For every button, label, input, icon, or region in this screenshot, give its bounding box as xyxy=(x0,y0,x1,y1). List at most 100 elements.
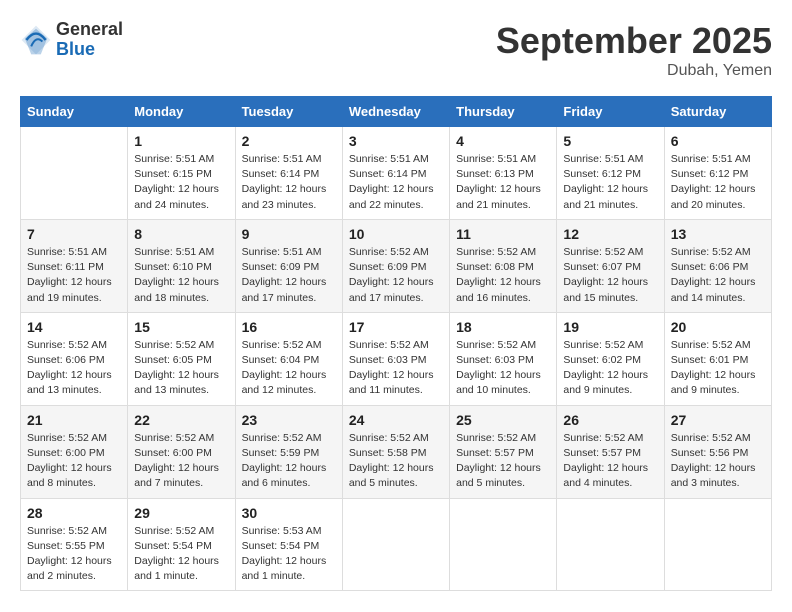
day-number: 1 xyxy=(134,133,228,149)
day-number: 6 xyxy=(671,133,765,149)
location: Dubah, Yemen xyxy=(496,62,772,80)
day-info: Sunrise: 5:52 AM Sunset: 6:03 PM Dayligh… xyxy=(456,338,550,399)
day-number: 29 xyxy=(134,505,228,521)
calendar-cell: 17 Sunrise: 5:52 AM Sunset: 6:03 PM Dayli… xyxy=(342,312,449,405)
logo-text: General Blue xyxy=(56,20,123,60)
logo-blue: Blue xyxy=(56,40,123,60)
calendar-cell: 30Sunrise: 5:53 AM Sunset: 5:54 PM Dayli… xyxy=(235,498,342,591)
day-number: 12 xyxy=(563,226,657,242)
day-number: 9 xyxy=(242,226,336,242)
calendar-cell: 29 Sunrise: 5:52 AM Sunset: 5:54 PM Dayli… xyxy=(128,498,235,591)
day-info: Sunrise: 5:52 AM Sunset: 6:01 PM Dayligh… xyxy=(671,338,765,399)
day-info: Sunrise: 5:52 AM Sunset: 5:57 PM Dayligh… xyxy=(563,431,657,492)
day-info: Sunrise: 5:51 AM Sunset: 6:13 PM Dayligh… xyxy=(456,152,550,213)
day-info: Sunrise: 5:52 AM Sunset: 5:54 PM Dayligh… xyxy=(134,524,228,585)
column-header-friday: Friday xyxy=(557,97,664,127)
calendar-cell xyxy=(342,498,449,591)
day-info: Sunrise: 5:51 AM Sunset: 6:11 PM Dayligh… xyxy=(27,245,121,306)
title-section: September 2025 Dubah, Yemen xyxy=(496,20,772,80)
day-number: 3 xyxy=(349,133,443,149)
day-number: 16 xyxy=(242,319,336,335)
day-number: 2 xyxy=(242,133,336,149)
day-number: 19 xyxy=(563,319,657,335)
column-header-thursday: Thursday xyxy=(450,97,557,127)
day-info: Sunrise: 5:51 AM Sunset: 6:15 PM Dayligh… xyxy=(134,152,228,213)
calendar-cell: 20Sunrise: 5:52 AM Sunset: 6:01 PM Dayli… xyxy=(664,312,771,405)
day-number: 4 xyxy=(456,133,550,149)
week-row-5: 28 Sunrise: 5:52 AM Sunset: 5:55 PM Dayli… xyxy=(21,498,772,591)
column-header-monday: Monday xyxy=(128,97,235,127)
day-info: Sunrise: 5:52 AM Sunset: 6:04 PM Dayligh… xyxy=(242,338,336,399)
calendar-cell: 8 Sunrise: 5:51 AM Sunset: 6:10 PM Daylig… xyxy=(128,219,235,312)
day-number: 25 xyxy=(456,412,550,428)
calendar-cell: 10 Sunrise: 5:52 AM Sunset: 6:09 PM Dayli… xyxy=(342,219,449,312)
calendar-cell: 5Sunrise: 5:51 AM Sunset: 6:12 PM Daylig… xyxy=(557,127,664,220)
day-number: 8 xyxy=(134,226,228,242)
day-info: Sunrise: 5:52 AM Sunset: 5:56 PM Dayligh… xyxy=(671,431,765,492)
day-info: Sunrise: 5:52 AM Sunset: 5:58 PM Dayligh… xyxy=(349,431,443,492)
day-info: Sunrise: 5:53 AM Sunset: 5:54 PM Dayligh… xyxy=(242,524,336,585)
day-number: 14 xyxy=(27,319,121,335)
calendar-cell: 18 Sunrise: 5:52 AM Sunset: 6:03 PM Dayli… xyxy=(450,312,557,405)
day-number: 24 xyxy=(349,412,443,428)
week-row-4: 21 Sunrise: 5:52 AM Sunset: 6:00 PM Dayli… xyxy=(21,405,772,498)
day-number: 10 xyxy=(349,226,443,242)
day-info: Sunrise: 5:52 AM Sunset: 5:55 PM Dayligh… xyxy=(27,524,121,585)
day-info: Sunrise: 5:52 AM Sunset: 6:09 PM Dayligh… xyxy=(349,245,443,306)
day-info: Sunrise: 5:51 AM Sunset: 6:14 PM Dayligh… xyxy=(349,152,443,213)
week-row-1: 1 Sunrise: 5:51 AM Sunset: 6:15 PM Daylig… xyxy=(21,127,772,220)
calendar-cell: 12 Sunrise: 5:52 AM Sunset: 6:07 PM Dayli… xyxy=(557,219,664,312)
week-row-2: 7Sunrise: 5:51 AM Sunset: 6:11 PM Daylig… xyxy=(21,219,772,312)
calendar-cell: 27 Sunrise: 5:52 AM Sunset: 5:56 PM Dayli… xyxy=(664,405,771,498)
day-number: 15 xyxy=(134,319,228,335)
day-number: 13 xyxy=(671,226,765,242)
calendar-cell: 24 Sunrise: 5:52 AM Sunset: 5:58 PM Dayli… xyxy=(342,405,449,498)
day-info: Sunrise: 5:51 AM Sunset: 6:09 PM Dayligh… xyxy=(242,245,336,306)
calendar-cell: 19Sunrise: 5:52 AM Sunset: 6:02 PM Dayli… xyxy=(557,312,664,405)
calendar-cell xyxy=(21,127,128,220)
column-header-saturday: Saturday xyxy=(664,97,771,127)
calendar-cell: 1 Sunrise: 5:51 AM Sunset: 6:15 PM Daylig… xyxy=(128,127,235,220)
day-info: Sunrise: 5:52 AM Sunset: 6:07 PM Dayligh… xyxy=(563,245,657,306)
day-info: Sunrise: 5:51 AM Sunset: 6:12 PM Dayligh… xyxy=(563,152,657,213)
week-row-3: 14 Sunrise: 5:52 AM Sunset: 6:06 PM Dayli… xyxy=(21,312,772,405)
day-number: 21 xyxy=(27,412,121,428)
day-info: Sunrise: 5:52 AM Sunset: 6:06 PM Dayligh… xyxy=(27,338,121,399)
calendar-cell: 28 Sunrise: 5:52 AM Sunset: 5:55 PM Dayli… xyxy=(21,498,128,591)
page-header: General Blue September 2025 Dubah, Yemen xyxy=(20,20,772,80)
calendar-cell: 13Sunrise: 5:52 AM Sunset: 6:06 PM Dayli… xyxy=(664,219,771,312)
day-number: 22 xyxy=(134,412,228,428)
header-row: SundayMondayTuesdayWednesdayThursdayFrid… xyxy=(21,97,772,127)
day-number: 26 xyxy=(563,412,657,428)
calendar-cell: 23 Sunrise: 5:52 AM Sunset: 5:59 PM Dayli… xyxy=(235,405,342,498)
logo-general: General xyxy=(56,20,123,40)
day-number: 17 xyxy=(349,319,443,335)
day-info: Sunrise: 5:51 AM Sunset: 6:14 PM Dayligh… xyxy=(242,152,336,213)
month-title: September 2025 xyxy=(496,20,772,62)
day-info: Sunrise: 5:52 AM Sunset: 5:59 PM Dayligh… xyxy=(242,431,336,492)
day-info: Sunrise: 5:51 AM Sunset: 6:12 PM Dayligh… xyxy=(671,152,765,213)
calendar-cell: 14 Sunrise: 5:52 AM Sunset: 6:06 PM Dayli… xyxy=(21,312,128,405)
day-info: Sunrise: 5:52 AM Sunset: 6:08 PM Dayligh… xyxy=(456,245,550,306)
calendar-table: SundayMondayTuesdayWednesdayThursdayFrid… xyxy=(20,96,772,591)
day-number: 11 xyxy=(456,226,550,242)
day-number: 23 xyxy=(242,412,336,428)
calendar-cell xyxy=(557,498,664,591)
day-info: Sunrise: 5:52 AM Sunset: 6:05 PM Dayligh… xyxy=(134,338,228,399)
day-info: Sunrise: 5:52 AM Sunset: 6:00 PM Dayligh… xyxy=(27,431,121,492)
day-info: Sunrise: 5:52 AM Sunset: 6:03 PM Dayligh… xyxy=(349,338,443,399)
day-info: Sunrise: 5:51 AM Sunset: 6:10 PM Dayligh… xyxy=(134,245,228,306)
column-header-tuesday: Tuesday xyxy=(235,97,342,127)
calendar-cell xyxy=(664,498,771,591)
day-info: Sunrise: 5:52 AM Sunset: 5:57 PM Dayligh… xyxy=(456,431,550,492)
calendar-cell: 22Sunrise: 5:52 AM Sunset: 6:00 PM Dayli… xyxy=(128,405,235,498)
logo-icon xyxy=(20,24,52,56)
day-number: 28 xyxy=(27,505,121,521)
calendar-cell: 11 Sunrise: 5:52 AM Sunset: 6:08 PM Dayli… xyxy=(450,219,557,312)
calendar-cell: 26 Sunrise: 5:52 AM Sunset: 5:57 PM Dayli… xyxy=(557,405,664,498)
calendar-cell: 15 Sunrise: 5:52 AM Sunset: 6:05 PM Dayli… xyxy=(128,312,235,405)
day-number: 18 xyxy=(456,319,550,335)
day-number: 27 xyxy=(671,412,765,428)
column-header-sunday: Sunday xyxy=(21,97,128,127)
calendar-cell: 25 Sunrise: 5:52 AM Sunset: 5:57 PM Dayli… xyxy=(450,405,557,498)
